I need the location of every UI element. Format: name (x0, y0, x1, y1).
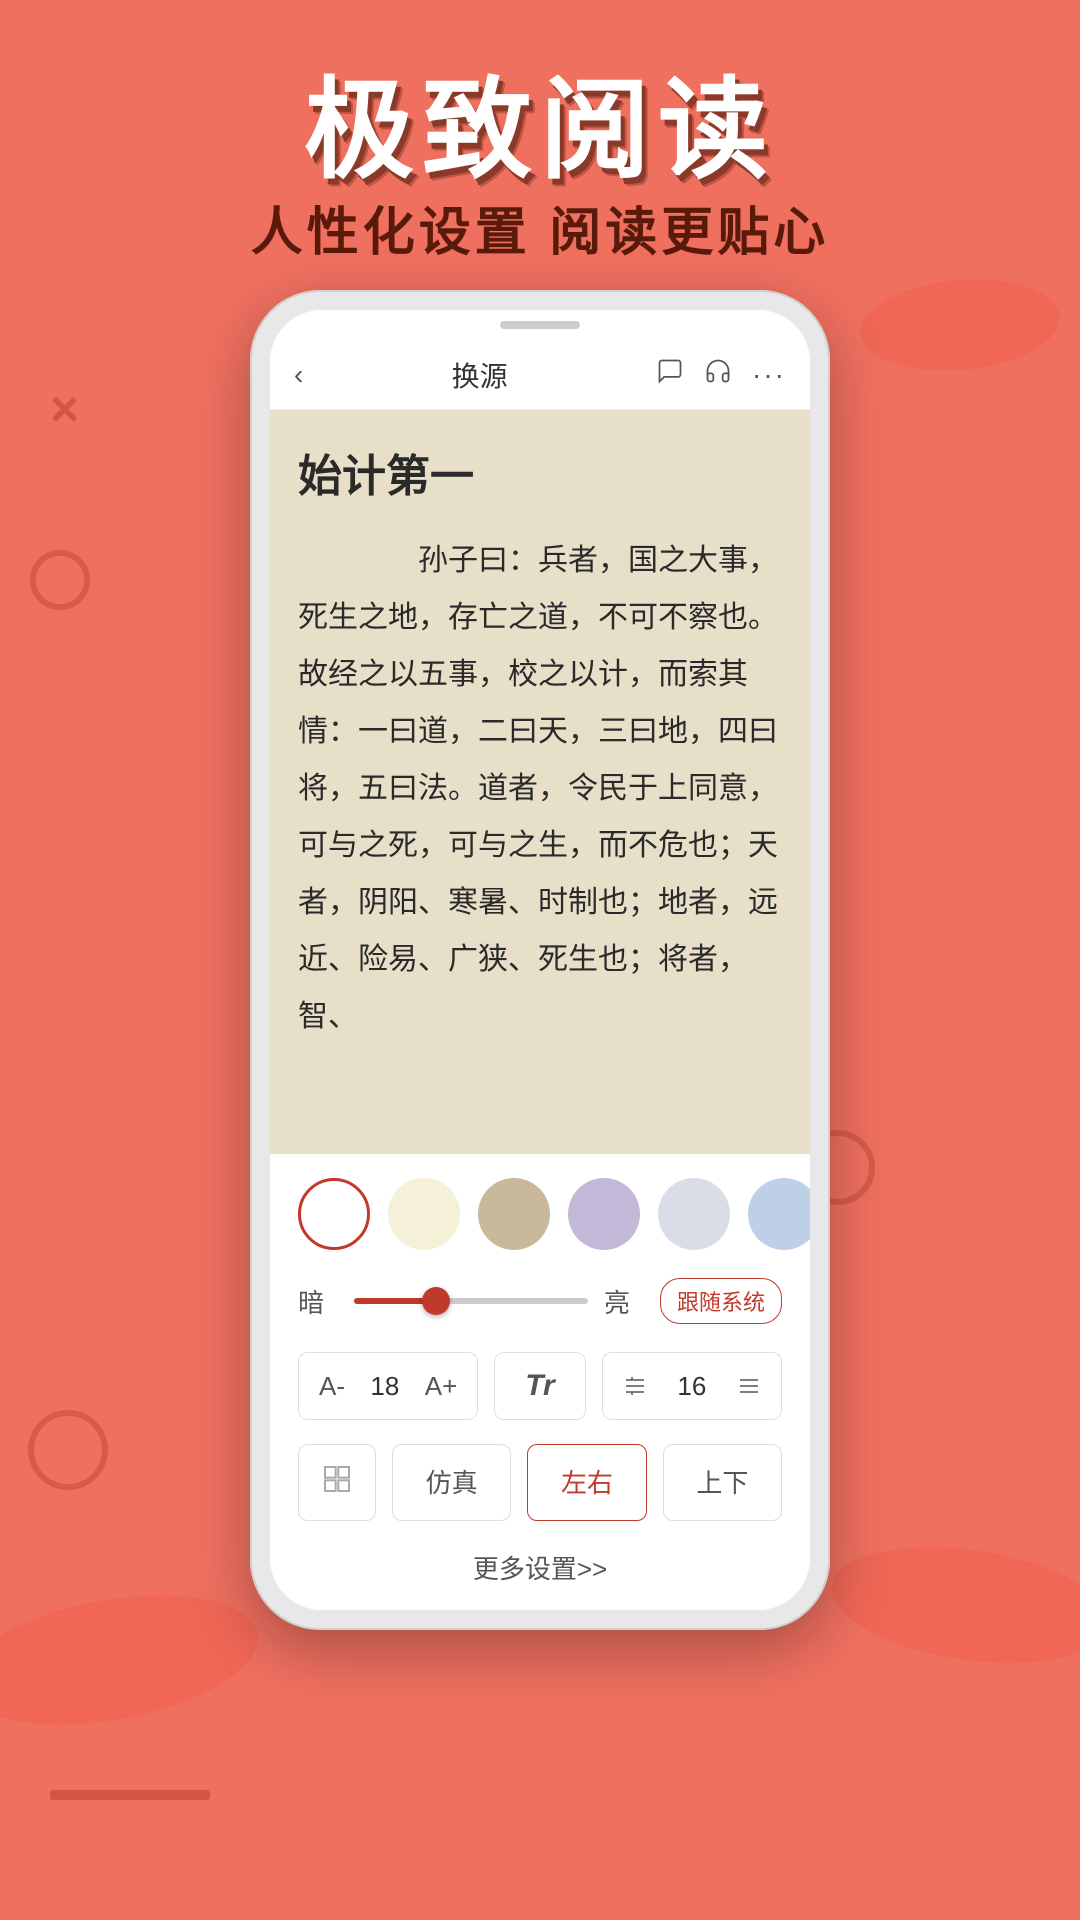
phone-speaker (500, 321, 580, 329)
font-size-value: 18 (365, 1371, 405, 1402)
sub-title: 人性化设置 阅读更贴心 (0, 190, 1080, 265)
bg-wave-2 (824, 1531, 1080, 1679)
audio-icon[interactable] (704, 357, 732, 392)
comment-icon[interactable] (656, 357, 684, 392)
brightness-bright-label: 亮 (604, 1283, 644, 1320)
phone-topbar (270, 310, 810, 340)
deco-circle-1 (30, 550, 90, 610)
reading-area[interactable]: 始计第一 孙子曰：兵者，国之大事，死生之地，存亡之道，不可不察也。故经之以五事，… (270, 410, 810, 1154)
color-swatch-cream[interactable] (388, 1178, 460, 1250)
font-style-control: Tr (494, 1352, 585, 1420)
brightness-dark-label: 暗 (298, 1283, 338, 1320)
slider-thumb[interactable] (422, 1287, 450, 1315)
nav-title: 换源 (452, 355, 508, 395)
lr-mode-button[interactable]: 左右 (527, 1444, 646, 1521)
chapter-title: 始计第一 (298, 440, 782, 504)
color-swatch-light-blue[interactable] (658, 1178, 730, 1250)
page-flip-row: 仿真 左右 上下 (298, 1444, 782, 1521)
deco-x-1: × (50, 380, 79, 438)
settings-panel: 暗 亮 跟随系统 A- 18 A+ (270, 1154, 810, 1610)
deco-circle-3 (28, 1410, 108, 1490)
scroll-mode-button[interactable] (298, 1444, 376, 1521)
phone-inner: ‹ 换源 (270, 310, 810, 1610)
line-spacing-increase-button[interactable] (717, 1358, 781, 1414)
font-controls-row: A- 18 A+ Tr (298, 1352, 782, 1420)
more-icon[interactable]: ··· (752, 359, 786, 391)
bg-wave-3 (856, 271, 1063, 378)
nav-bar: ‹ 换源 (270, 340, 810, 410)
color-swatch-lavender[interactable] (568, 1178, 640, 1250)
line-spacing-decrease-button[interactable] (603, 1358, 667, 1414)
color-row (298, 1178, 782, 1250)
line-spacing-value: 16 (667, 1371, 717, 1402)
font-decrease-button[interactable]: A- (299, 1355, 365, 1418)
nav-icons: ··· (656, 357, 786, 392)
tb-mode-button[interactable]: 上下 (663, 1444, 782, 1521)
more-settings-link[interactable]: 更多设置>> (298, 1541, 782, 1590)
color-swatch-tan[interactable] (478, 1178, 550, 1250)
color-swatch-white[interactable] (298, 1178, 370, 1250)
follow-system-button[interactable]: 跟随系统 (660, 1278, 782, 1324)
back-button[interactable]: ‹ (294, 359, 303, 391)
brightness-row: 暗 亮 跟随系统 (298, 1278, 782, 1324)
main-title: 极致阅读 (0, 40, 1080, 200)
color-swatch-pale-blue[interactable] (748, 1178, 810, 1250)
deco-line-1 (50, 1790, 210, 1800)
font-style-button[interactable]: Tr (495, 1353, 584, 1419)
app-content: ‹ 换源 (270, 340, 810, 1610)
font-increase-button[interactable]: A+ (405, 1355, 478, 1418)
brightness-slider[interactable] (354, 1298, 588, 1304)
phone-mockup: ‹ 换源 (250, 290, 830, 1630)
reading-text: 孙子曰：兵者，国之大事，死生之地，存亡之道，不可不察也。故经之以五事，校之以计，… (298, 532, 782, 1045)
faux-mode-button[interactable]: 仿真 (392, 1444, 511, 1521)
line-spacing-control: 16 (602, 1352, 782, 1420)
font-size-control: A- 18 A+ (298, 1352, 478, 1420)
bg-wave-1 (0, 1575, 268, 1745)
phone-outer: ‹ 换源 (250, 290, 830, 1630)
